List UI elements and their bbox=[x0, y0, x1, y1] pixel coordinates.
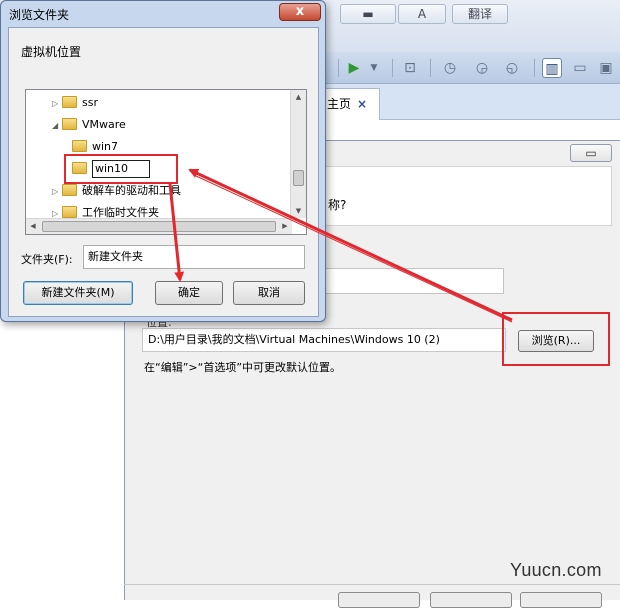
folder-icon bbox=[62, 96, 77, 108]
toolbar-separator bbox=[392, 59, 393, 77]
folder-icon bbox=[62, 206, 77, 218]
dialog-title: 浏览文件夹 bbox=[9, 8, 70, 22]
tree-item-label: ssr bbox=[82, 96, 98, 109]
tab-home-label: 主页 bbox=[327, 97, 352, 111]
wizard-close-button[interactable]: ▭ bbox=[570, 144, 612, 162]
expand-arrow-icon[interactable]: ▷ bbox=[52, 95, 62, 113]
ok-button[interactable]: 确定 bbox=[155, 281, 223, 305]
wizard-question: 称? bbox=[328, 198, 347, 212]
watermark-text: Yuucn.com bbox=[510, 560, 602, 580]
tab-home[interactable]: 主页 × bbox=[318, 88, 380, 120]
console-view-icon[interactable]: ▭ bbox=[570, 58, 590, 78]
snapshot-manager-icon[interactable]: ◵ bbox=[502, 58, 522, 78]
cancel-button[interactable]: 取消 bbox=[233, 281, 305, 305]
folder-name-input[interactable]: 新建文件夹 bbox=[83, 245, 305, 269]
tree-horizontal-scrollbar[interactable]: ◀ ▶ bbox=[26, 218, 292, 234]
default-location-hint: 在“编辑”>“首选项”中可更改默认位置。 bbox=[144, 361, 342, 374]
vm-name-input[interactable] bbox=[312, 268, 504, 294]
next-button[interactable] bbox=[430, 592, 512, 608]
dialog-description: 虚拟机位置 bbox=[21, 45, 82, 59]
tree-item-win10[interactable]: win10 bbox=[72, 160, 150, 178]
scroll-right-icon[interactable]: ▶ bbox=[278, 219, 292, 234]
scroll-down-icon[interactable]: ▼ bbox=[291, 204, 306, 218]
network-icon[interactable]: ⊡ bbox=[400, 58, 420, 78]
scroll-thumb[interactable] bbox=[293, 170, 304, 186]
folder-icon bbox=[72, 162, 87, 174]
snapshot-icon[interactable]: ◷ bbox=[440, 58, 460, 78]
toolbar-separator bbox=[534, 59, 535, 77]
tree-item-vmware[interactable]: ◢ VMware bbox=[52, 116, 126, 134]
expand-arrow-icon[interactable]: ▷ bbox=[52, 183, 62, 201]
browse-folder-dialog: 浏览文件夹 x 虚拟机位置 ▷ ssr ◢ VMware win7 win10 ▷ 破… bbox=[0, 0, 326, 322]
collapse-arrow-icon[interactable]: ◢ bbox=[52, 117, 62, 135]
tree-item-ssr[interactable]: ▷ ssr bbox=[52, 94, 98, 112]
caption-button-1[interactable]: ▬ bbox=[340, 4, 396, 24]
revert-snapshot-icon[interactable]: ◶ bbox=[472, 58, 492, 78]
library-view-icon[interactable]: ▥ bbox=[542, 58, 562, 78]
tab-close-icon[interactable]: × bbox=[357, 97, 367, 111]
power-dropdown-icon[interactable]: ▼ bbox=[364, 58, 384, 78]
tree-item-win7[interactable]: win7 bbox=[72, 138, 118, 156]
folder-tree[interactable]: ▷ ssr ◢ VMware win7 win10 ▷ 破解车的驱动和工具 ▷ 工作临时… bbox=[25, 89, 307, 235]
scroll-thumb[interactable] bbox=[42, 221, 276, 232]
toolbar-separator bbox=[430, 59, 431, 77]
cancel-wizard-button[interactable] bbox=[520, 592, 602, 608]
tree-item-label: win7 bbox=[92, 140, 119, 153]
browse-button[interactable]: 浏览(R)... bbox=[518, 330, 594, 352]
scroll-up-icon[interactable]: ▲ bbox=[291, 90, 306, 104]
tree-item-label: 破解车的驱动和工具 bbox=[82, 184, 181, 197]
power-on-icon[interactable]: ▶ bbox=[344, 58, 364, 78]
fullscreen-icon[interactable]: ▣ bbox=[596, 58, 616, 78]
caption-button-2[interactable]: A bbox=[398, 4, 446, 24]
tree-item-drivers[interactable]: ▷ 破解车的驱动和工具 bbox=[52, 182, 181, 200]
folder-icon bbox=[62, 118, 77, 130]
scroll-left-icon[interactable]: ◀ bbox=[26, 219, 40, 234]
folder-icon bbox=[62, 184, 77, 196]
folder-icon bbox=[72, 140, 87, 152]
caption-button-3[interactable]: 翻译 bbox=[452, 4, 508, 24]
new-folder-button[interactable]: 新建文件夹(M) bbox=[23, 281, 133, 305]
back-button[interactable] bbox=[338, 592, 420, 608]
rename-field[interactable]: win10 bbox=[92, 160, 150, 178]
dialog-close-button[interactable]: x bbox=[279, 3, 321, 21]
toolbar-separator bbox=[338, 59, 339, 77]
folder-label: 文件夹(F): bbox=[21, 253, 73, 266]
tree-item-label: VMware bbox=[82, 118, 126, 131]
location-input[interactable]: D:\用户目录\我的文档\Virtual Machines\Windows 10… bbox=[142, 328, 506, 352]
tree-vertical-scrollbar[interactable]: ▲ ▼ bbox=[290, 90, 306, 218]
